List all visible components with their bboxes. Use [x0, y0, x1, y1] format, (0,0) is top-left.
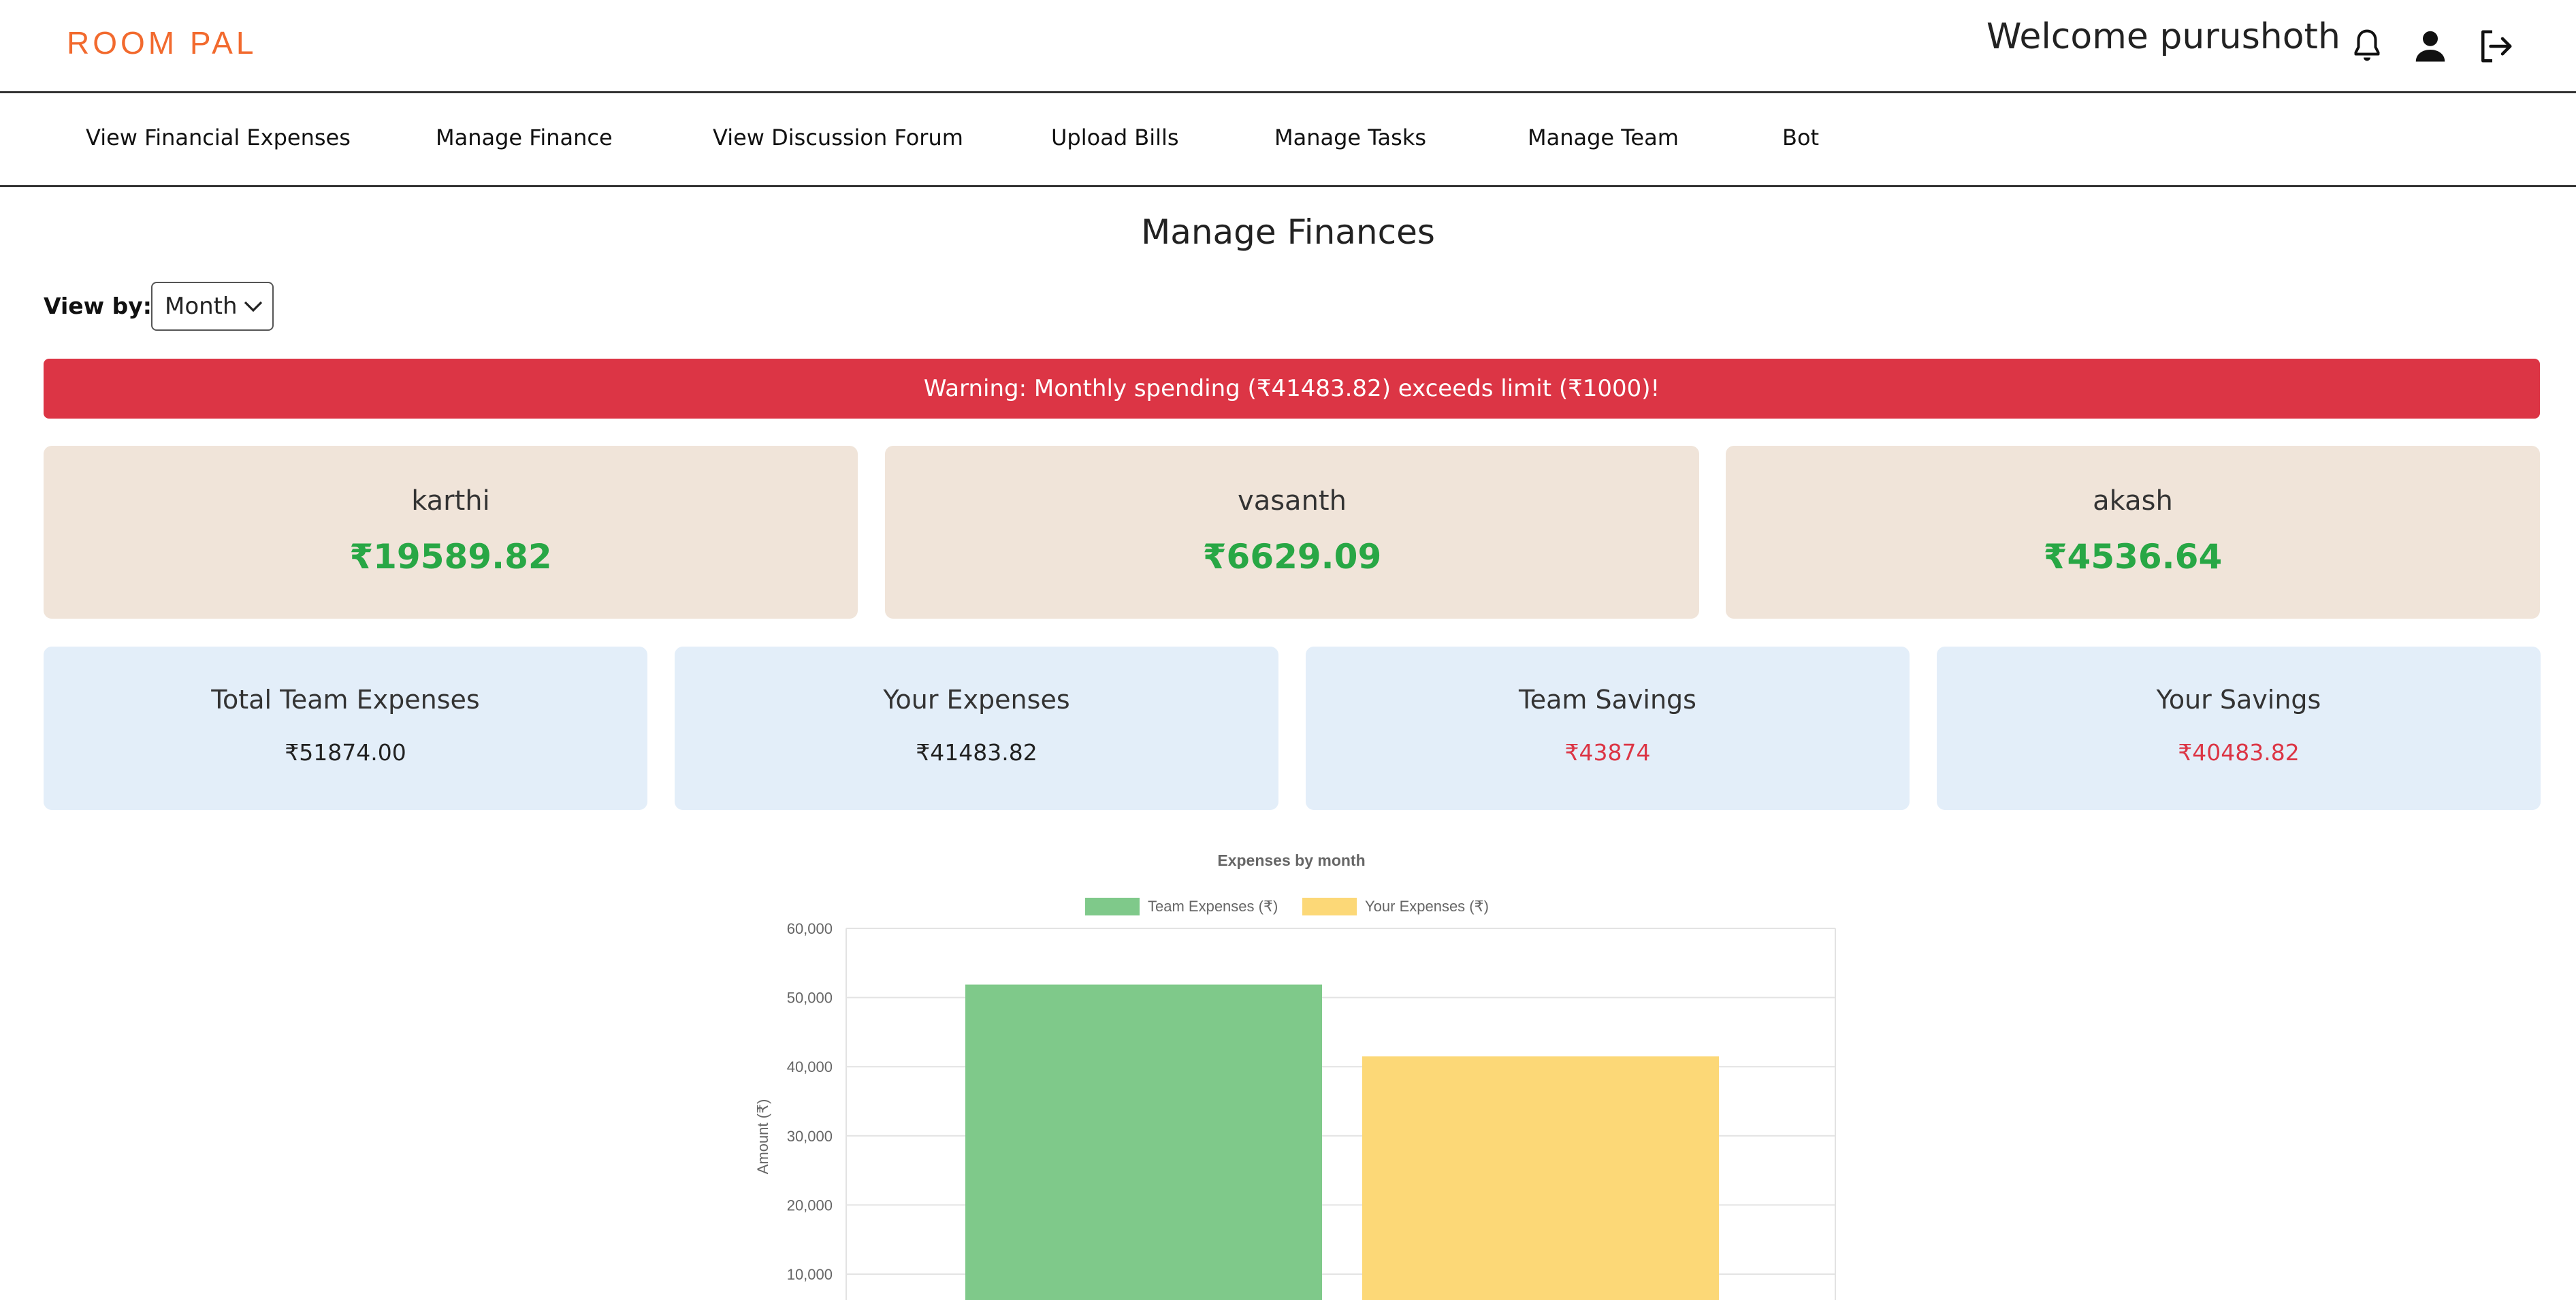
member-card: akash ₹4536.64 [1726, 446, 2540, 619]
chart-title: Expenses by month [1217, 851, 1365, 869]
summary-card-total-team-expenses: Total Team Expenses ₹51874.00 [44, 647, 647, 810]
member-name: karthi [411, 485, 490, 517]
summary-title: Total Team Expenses [211, 685, 480, 715]
y-tick-label: 60,000 [787, 920, 833, 937]
y-tick-label: 50,000 [787, 990, 833, 1007]
chart-bars [965, 984, 1719, 1300]
legend-label: Team Expenses (₹) [1148, 898, 1278, 915]
member-amount: ₹6629.09 [1202, 537, 1382, 576]
main-nav: View Financial Expenses Manage Finance V… [0, 93, 2576, 187]
summary-title: Your Expenses [883, 685, 1070, 715]
y-axis-ticks: 60,000 50,000 40,000 30,000 20,000 10,000 [787, 920, 833, 1283]
summary-title: Team Savings [1519, 685, 1696, 715]
member-card: karthi ₹19589.82 [44, 446, 858, 619]
logout-icon[interactable] [2475, 26, 2516, 67]
bar-team-expenses[interactable] [965, 984, 1322, 1300]
y-tick-label: 20,000 [787, 1197, 833, 1214]
member-name: akash [2093, 485, 2173, 517]
brand-logo[interactable]: ROOM PAL [67, 25, 257, 61]
chart-legend: Team Expenses (₹) Your Expenses (₹) [1085, 898, 1489, 915]
nav-manage-finance[interactable]: Manage Finance [436, 125, 613, 150]
top-header: ROOM PAL Welcome purushoth [0, 0, 2576, 93]
view-by-label: View by: [44, 293, 152, 319]
summary-card-your-savings: Your Savings ₹40483.82 [1937, 647, 2541, 810]
nav-view-financial-expenses[interactable]: View Financial Expenses [86, 125, 351, 150]
summary-value: ₹43874 [1564, 739, 1651, 766]
view-by-value: Month [165, 293, 238, 320]
legend-swatch [1302, 898, 1357, 915]
summary-value: ₹41483.82 [916, 739, 1037, 766]
expenses-bar-chart: Expenses by month Team Expenses (₹) Your … [754, 851, 1836, 1300]
nav-view-discussion-forum[interactable]: View Discussion Forum [713, 125, 963, 150]
chevron-down-icon [244, 301, 263, 312]
y-tick-label: 40,000 [787, 1058, 833, 1075]
nav-manage-tasks[interactable]: Manage Tasks [1274, 125, 1426, 150]
legend-label: Your Expenses (₹) [1365, 898, 1489, 915]
user-icon[interactable] [2410, 26, 2451, 67]
y-axis-label: Amount (₹) [754, 1099, 771, 1175]
bell-icon[interactable] [2347, 26, 2387, 67]
y-tick-label: 10,000 [787, 1266, 833, 1283]
view-by-select[interactable]: Month [151, 282, 274, 331]
summary-card-your-expenses: Your Expenses ₹41483.82 [675, 647, 1278, 810]
summary-value: ₹40483.82 [2178, 739, 2300, 766]
welcome-text: Welcome purushoth [1986, 16, 2340, 57]
member-amount: ₹4536.64 [2043, 537, 2223, 576]
member-card: vasanth ₹6629.09 [885, 446, 1699, 619]
summary-value: ₹51874.00 [285, 739, 406, 766]
summary-card-team-savings: Team Savings ₹43874 [1306, 647, 1910, 810]
y-tick-label: 30,000 [787, 1128, 833, 1145]
nav-upload-bills[interactable]: Upload Bills [1051, 125, 1179, 150]
summary-title: Your Savings [2156, 685, 2321, 715]
member-amount: ₹19589.82 [349, 537, 552, 576]
page-title: Manage Finances [1141, 212, 1435, 252]
nav-bot[interactable]: Bot [1782, 125, 1819, 150]
spending-warning-banner: Warning: Monthly spending (₹41483.82) ex… [44, 359, 2540, 419]
bar-your-expenses[interactable] [1362, 1056, 1719, 1300]
member-name: vasanth [1238, 485, 1347, 517]
nav-manage-team[interactable]: Manage Team [1528, 125, 1679, 150]
legend-swatch [1085, 898, 1140, 915]
